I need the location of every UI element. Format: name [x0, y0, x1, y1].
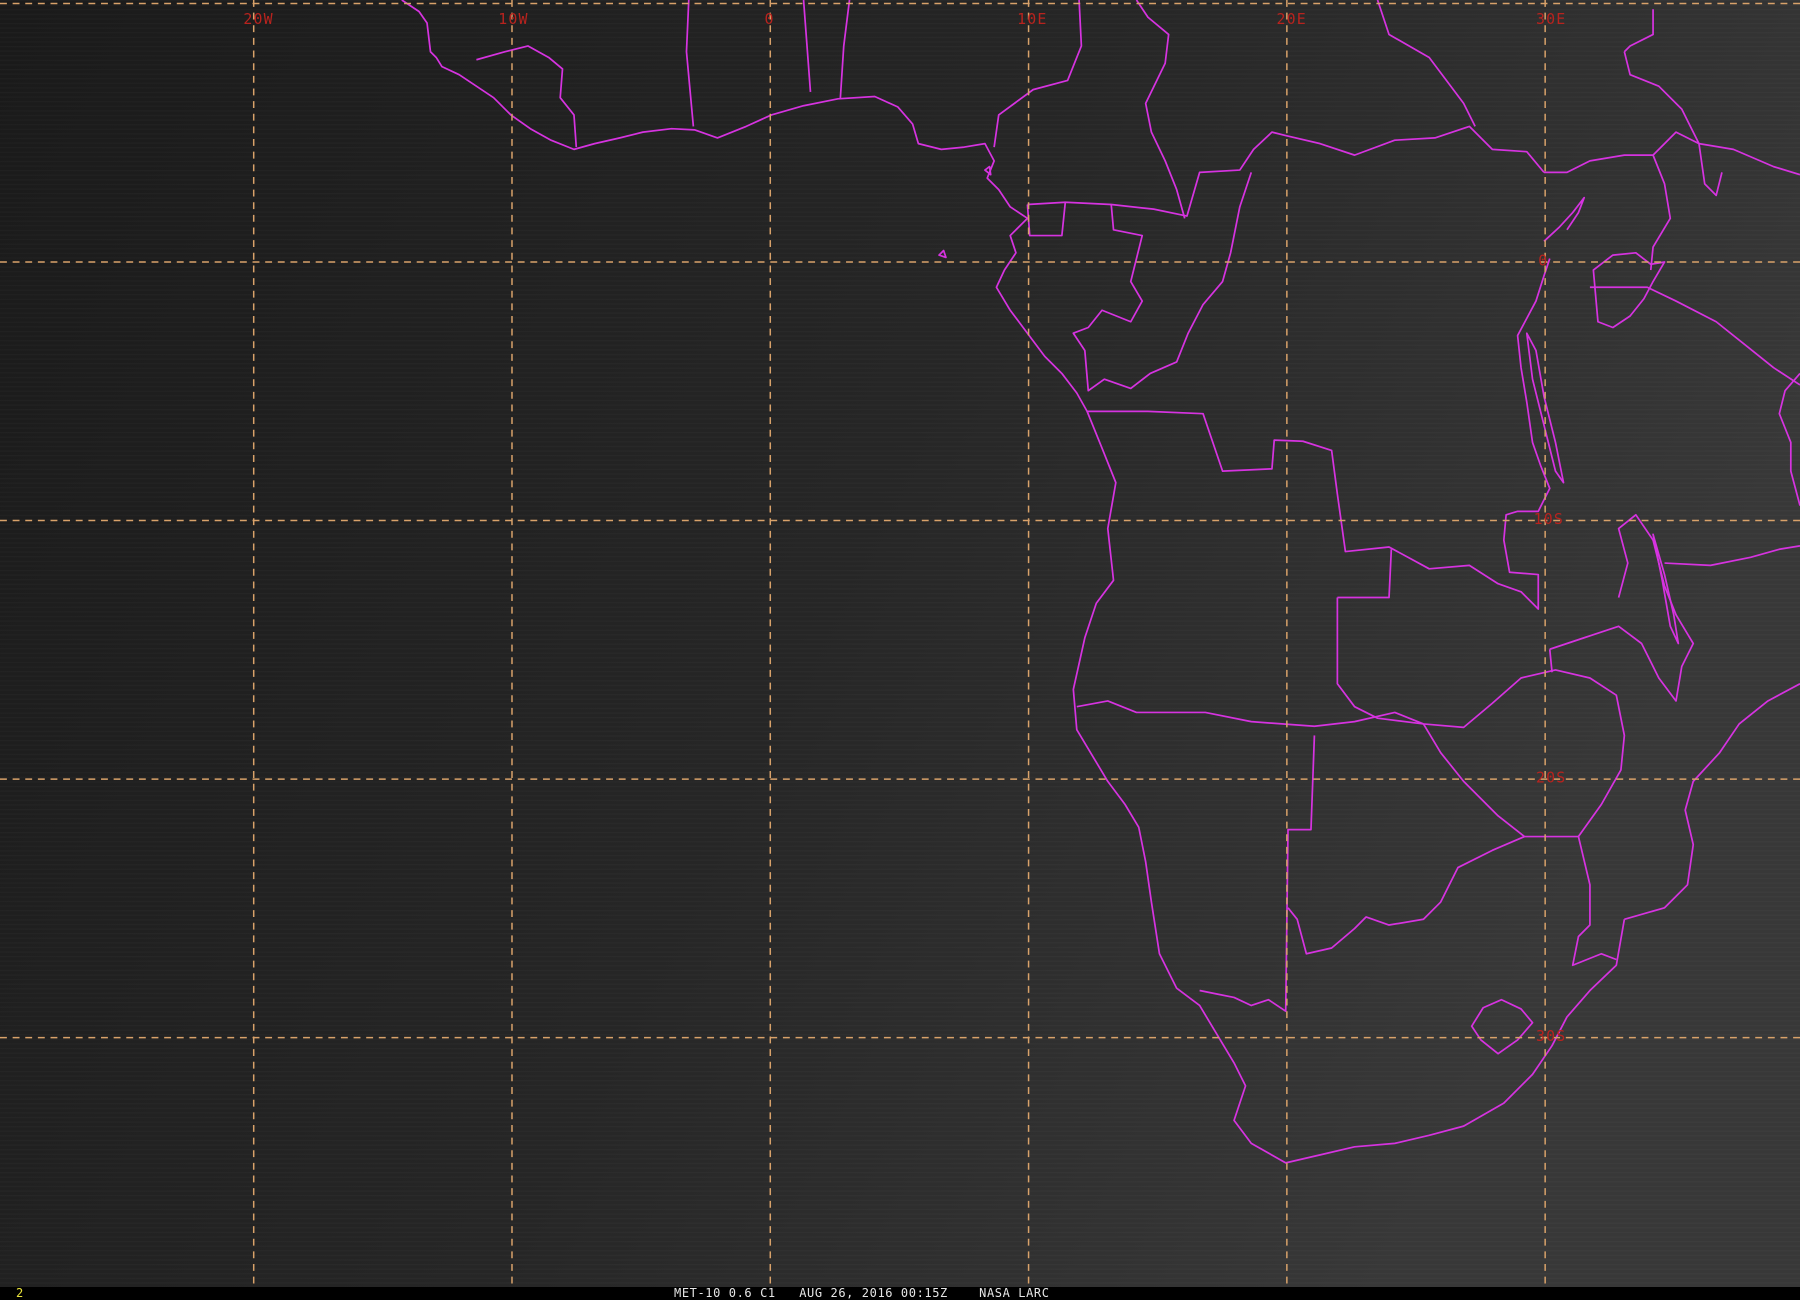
scan-line-texture — [0, 0, 1800, 1287]
frame-number: 2 — [16, 1286, 24, 1300]
meridian-label-10e: 10E — [1017, 10, 1047, 28]
meridian-label-10w: 10W — [498, 10, 528, 28]
parallel-label-30s: 30S — [1536, 1027, 1566, 1045]
parallel-label-0: 0 — [1538, 251, 1548, 269]
meridian-label-20w: 20W — [243, 10, 273, 28]
status-bar: 2 MET-10 0.6 C1 AUG 26, 2016 00:15Z NASA… — [0, 1287, 1800, 1300]
satellite-image-viewer: 20W 10W 0 10E 20E 30E 0 10S 20S 30S 2 ME… — [0, 0, 1800, 1300]
meridian-label-20e: 20E — [1277, 10, 1307, 28]
meridian-label-30e: 30E — [1536, 10, 1566, 28]
satellite-map: 20W 10W 0 10E 20E 30E 0 10S 20S 30S — [0, 0, 1800, 1287]
image-caption: MET-10 0.6 C1 AUG 26, 2016 00:15Z NASA L… — [674, 1286, 1050, 1300]
meridian-label-0: 0 — [765, 10, 775, 28]
parallel-label-10s: 10S — [1534, 510, 1564, 528]
parallel-label-20s: 20S — [1536, 769, 1566, 787]
